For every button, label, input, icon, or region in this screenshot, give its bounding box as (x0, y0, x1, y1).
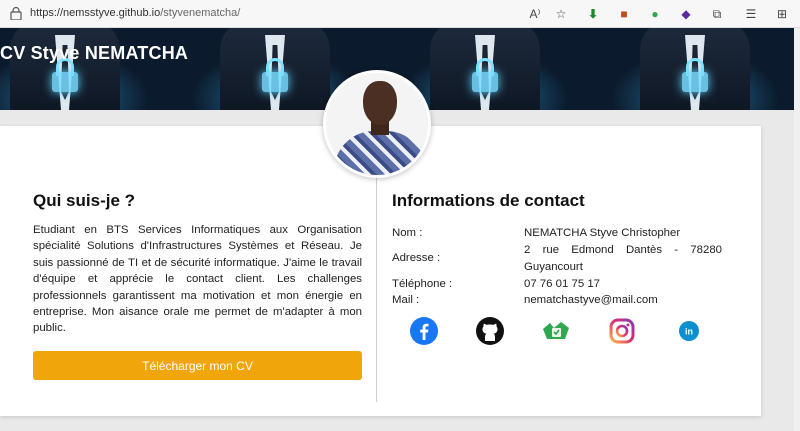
favorite-add-icon[interactable]: ☆ (552, 5, 570, 23)
facebook-icon[interactable] (409, 316, 439, 346)
banner-image (590, 28, 800, 110)
mail-label: Mail : (392, 294, 420, 306)
svg-text:in: in (685, 327, 693, 337)
mail-value[interactable]: nematchastyve@mail.com (524, 292, 722, 309)
download-cv-button[interactable]: Télécharger mon CV (33, 351, 362, 380)
linkedin-icon[interactable]: in (674, 316, 704, 346)
gitlab-icon[interactable] (541, 316, 571, 346)
address-bar[interactable]: https://nemsstyve.github.io/styvenematch… (30, 7, 240, 19)
collections-icon[interactable]: ⊞ (773, 5, 791, 23)
download-extension-icon[interactable]: ⬇ (584, 5, 602, 23)
column-divider (376, 176, 377, 402)
github-icon[interactable] (475, 316, 505, 346)
address-label: Adresse : (392, 252, 441, 264)
page-scrollbar[interactable] (794, 28, 800, 431)
address-value: 2 rue Edmond Dantès - 78280 Guyancourt (524, 244, 722, 273)
avatar (323, 70, 431, 178)
contact-heading: Informations de contact (392, 191, 585, 210)
shield-extension-icon[interactable]: ● (646, 5, 664, 23)
url-path: /styvenematcha/ (160, 7, 241, 19)
site-title: CV Styve NEMATCHA (0, 43, 189, 63)
extension-icon[interactable]: ■ (615, 5, 633, 23)
extensions-icon[interactable]: ⧉ (708, 5, 726, 23)
phone-label: Téléphone : (392, 278, 453, 290)
instagram-icon[interactable] (607, 316, 637, 346)
banner-image (0, 28, 170, 110)
browser-toolbar: https://nemsstyve.github.io/styvenematch… (0, 0, 800, 28)
lock-icon[interactable] (10, 7, 22, 20)
phone-value: 07 76 01 75 17 (524, 278, 601, 290)
favorites-icon[interactable]: ☰ (742, 5, 760, 23)
name-value: NEMATCHA Styve Christopher (524, 227, 681, 239)
about-heading: Qui suis-je ? (33, 191, 136, 210)
url-host: https://nemsstyve.github.io (30, 7, 161, 19)
puzzle-badge-icon[interactable]: ◆ (677, 5, 695, 23)
about-text: Etudiant en BTS Services Informatiques a… (33, 224, 362, 335)
read-aloud-icon[interactable]: A⁾ (526, 5, 544, 23)
name-label: Nom : (392, 227, 423, 239)
